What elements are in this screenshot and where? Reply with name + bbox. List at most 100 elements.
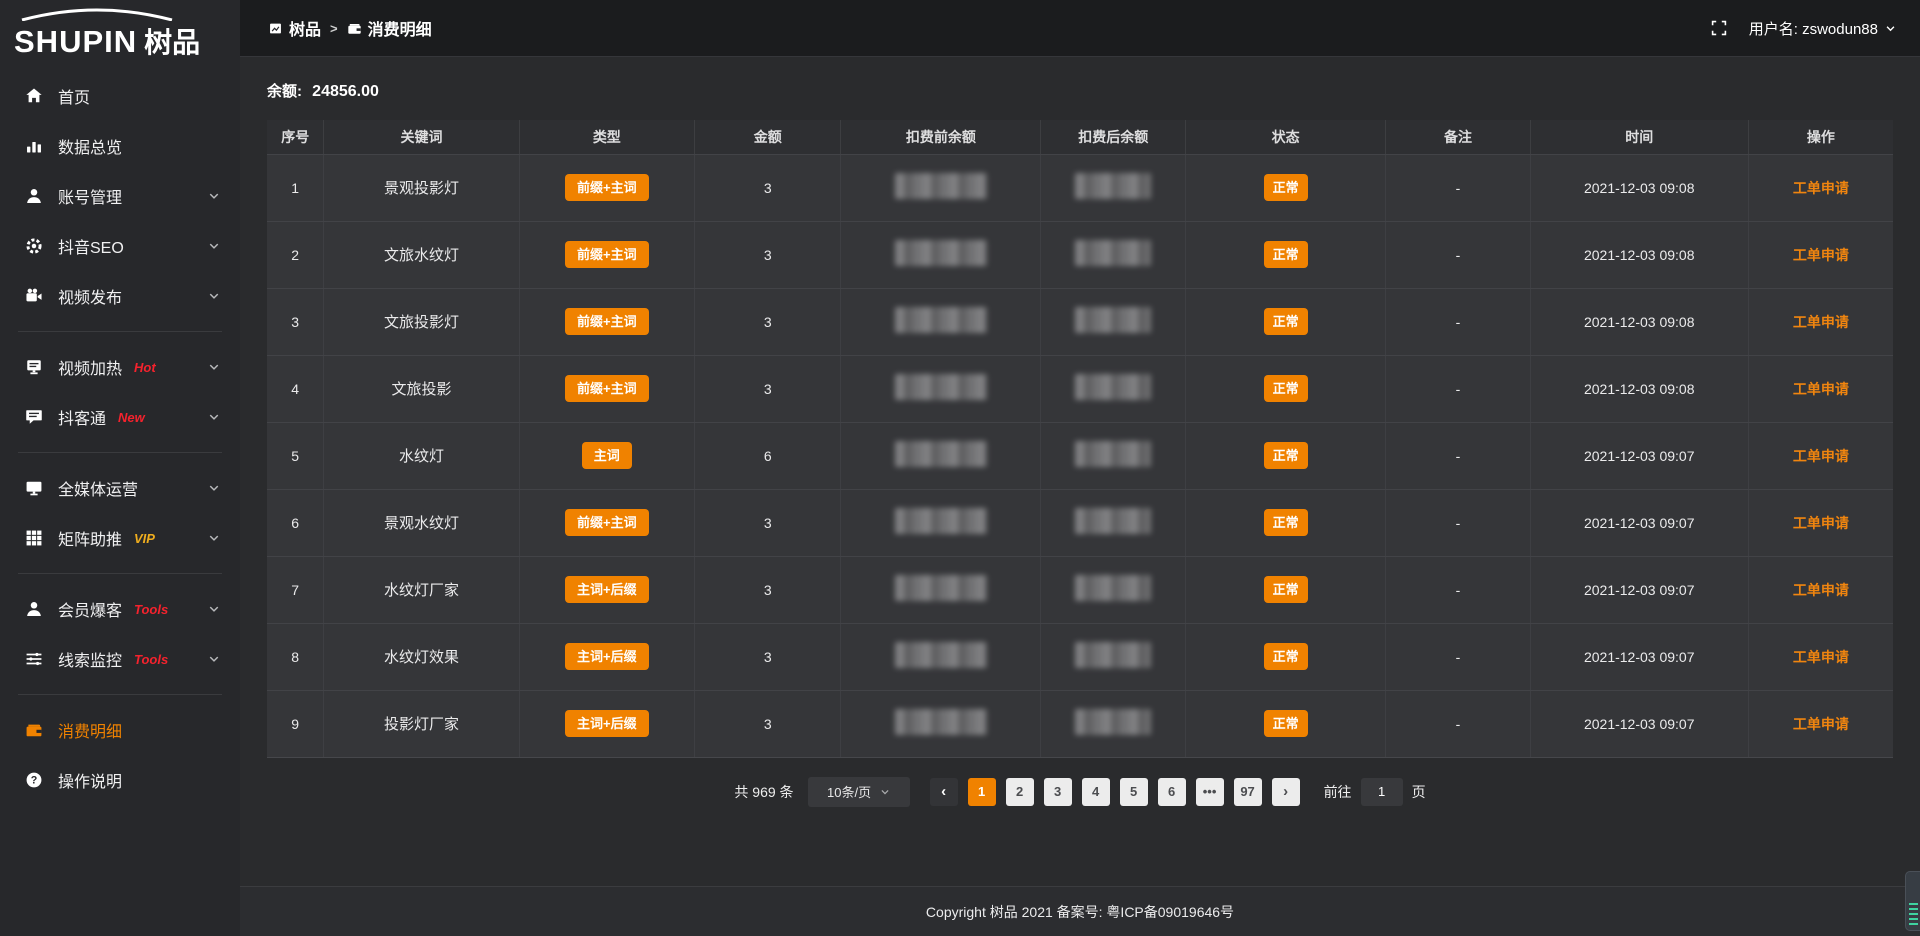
- sidebar-item-label: 操作说明: [58, 768, 122, 792]
- sidebar-item-douyin-seo[interactable]: 抖音SEO: [0, 221, 240, 271]
- bar-chart-icon: [25, 137, 43, 155]
- cell-balance-after: [1041, 154, 1186, 221]
- cell-note: -: [1386, 221, 1531, 288]
- sidebar-item-consume-detail[interactable]: 消费明细: [0, 705, 240, 755]
- page-button-97[interactable]: 97: [1234, 778, 1262, 806]
- sidebar-item-video-publish[interactable]: 视频发布: [0, 271, 240, 321]
- sidebar-item-leads-monitor[interactable]: 线索监控 Tools: [0, 634, 240, 684]
- main-area: 余额: 24856.00 序号关键词类型金额扣费前余额扣费后余额状态备注时间操作…: [240, 0, 1920, 936]
- cell-type: 前缀+主词: [519, 355, 695, 422]
- wallet-icon: [347, 21, 362, 36]
- grid-icon: [25, 529, 43, 547]
- chat-icon: [25, 408, 43, 426]
- cell-balance-before: [841, 623, 1041, 690]
- goto-page-input[interactable]: [1361, 778, 1403, 806]
- cell-status: 正常: [1186, 489, 1386, 556]
- cell-index: 1: [267, 154, 324, 221]
- sidebar-item-data-overview[interactable]: 数据总览: [0, 121, 240, 171]
- cell-keyword: 水纹灯效果: [324, 623, 519, 690]
- cell-balance-after: [1041, 422, 1186, 489]
- sidebar-item-matrix-boost[interactable]: 矩阵助推 VIP: [0, 513, 240, 563]
- page-button-6[interactable]: 6: [1158, 778, 1186, 806]
- chevron-down-icon: [208, 290, 220, 302]
- status-badge: 正常: [1264, 241, 1308, 268]
- breadcrumb-item-home[interactable]: 树品: [268, 16, 321, 40]
- goto-suffix: 页: [1412, 782, 1426, 802]
- cell-status: 正常: [1186, 690, 1386, 757]
- cell-balance-after: [1041, 623, 1186, 690]
- cell-status: 正常: [1186, 556, 1386, 623]
- work-order-link[interactable]: 工单申请: [1793, 515, 1849, 531]
- prev-page-button[interactable]: ‹: [930, 778, 958, 806]
- sidebar-divider: [18, 452, 222, 453]
- redacted-value: [895, 441, 987, 467]
- work-order-link[interactable]: 工单申请: [1793, 381, 1849, 397]
- topbar-right: 用户名: zswodun88: [1711, 18, 1896, 39]
- cell-balance-after: [1041, 489, 1186, 556]
- chevron-down-icon: [208, 240, 220, 252]
- sidebar-item-label: 视频加热: [58, 355, 122, 379]
- goto-page: 前往 页: [1324, 778, 1426, 806]
- page-button-3[interactable]: 3: [1044, 778, 1072, 806]
- balance-line: 余额: 24856.00: [267, 80, 1893, 101]
- work-order-link[interactable]: 工单申请: [1793, 314, 1849, 330]
- cell-time: 2021-12-03 09:08: [1530, 355, 1748, 422]
- cell-keyword: 投影灯厂家: [324, 690, 519, 757]
- cell-action: 工单申请: [1748, 288, 1893, 355]
- next-page-button[interactable]: ›: [1272, 778, 1300, 806]
- sidebar-item-label: 线索监控: [58, 647, 122, 671]
- redacted-value: [1075, 307, 1151, 333]
- logo-arc: [18, 8, 176, 21]
- sidebar-item-tag: Hot: [134, 360, 156, 375]
- page-button-1[interactable]: 1: [968, 778, 996, 806]
- column-header: 序号: [267, 120, 324, 154]
- sidebar-item-member-burst[interactable]: 会员爆客 Tools: [0, 584, 240, 634]
- fullscreen-icon[interactable]: [1711, 20, 1727, 36]
- sidebar-item-home[interactable]: 首页: [0, 71, 240, 121]
- cell-balance-before: [841, 221, 1041, 288]
- sidebar-item-douketong[interactable]: 抖客通 New: [0, 392, 240, 442]
- work-order-link[interactable]: 工单申请: [1793, 716, 1849, 732]
- logo: SHUPIN 树品: [0, 0, 240, 63]
- work-order-link[interactable]: 工单申请: [1793, 247, 1849, 263]
- cell-amount: 3: [695, 221, 841, 288]
- redacted-value: [895, 173, 987, 199]
- user-dropdown[interactable]: 用户名: zswodun88: [1749, 18, 1896, 39]
- cell-balance-before: [841, 154, 1041, 221]
- page-button-2[interactable]: 2: [1006, 778, 1034, 806]
- balance-value: 24856.00: [312, 83, 379, 100]
- column-header: 扣费后余额: [1041, 120, 1186, 154]
- type-badge: 前缀+主词: [565, 308, 649, 335]
- cell-index: 7: [267, 556, 324, 623]
- cell-action: 工单申请: [1748, 355, 1893, 422]
- cell-keyword: 文旅投影灯: [324, 288, 519, 355]
- sidebar-item-tag: Tools: [134, 652, 168, 667]
- cell-status: 正常: [1186, 422, 1386, 489]
- ellipsis-page-button[interactable]: •••: [1196, 778, 1224, 806]
- page-button-5[interactable]: 5: [1120, 778, 1148, 806]
- sidebar-item-media-ops[interactable]: 全媒体运营: [0, 463, 240, 513]
- work-order-link[interactable]: 工单申请: [1793, 448, 1849, 464]
- floating-widget[interactable]: [1905, 871, 1920, 931]
- breadcrumb-separator: >: [330, 21, 338, 36]
- cell-time: 2021-12-03 09:07: [1530, 556, 1748, 623]
- type-badge: 主词+后缀: [565, 643, 649, 670]
- cell-time: 2021-12-03 09:08: [1530, 288, 1748, 355]
- page-size-select[interactable]: 10条/页: [808, 777, 910, 807]
- work-order-link[interactable]: 工单申请: [1793, 582, 1849, 598]
- column-header: 扣费前余额: [841, 120, 1041, 154]
- sidebar-item-guide[interactable]: ? 操作说明: [0, 755, 240, 805]
- sidebar-item-video-heat[interactable]: 视频加热 Hot: [0, 342, 240, 392]
- goto-label: 前往: [1324, 782, 1352, 802]
- status-badge: 正常: [1264, 442, 1308, 469]
- work-order-link[interactable]: 工单申请: [1793, 649, 1849, 665]
- cell-balance-after: [1041, 221, 1186, 288]
- cell-time: 2021-12-03 09:07: [1530, 422, 1748, 489]
- type-badge: 主词+后缀: [565, 710, 649, 737]
- page-button-4[interactable]: 4: [1082, 778, 1110, 806]
- work-order-link[interactable]: 工单申请: [1793, 180, 1849, 196]
- sidebar-item-account[interactable]: 账号管理: [0, 171, 240, 221]
- chevron-down-icon: [208, 411, 220, 423]
- cell-note: -: [1386, 556, 1531, 623]
- sidebar-item-label: 会员爆客: [58, 597, 122, 621]
